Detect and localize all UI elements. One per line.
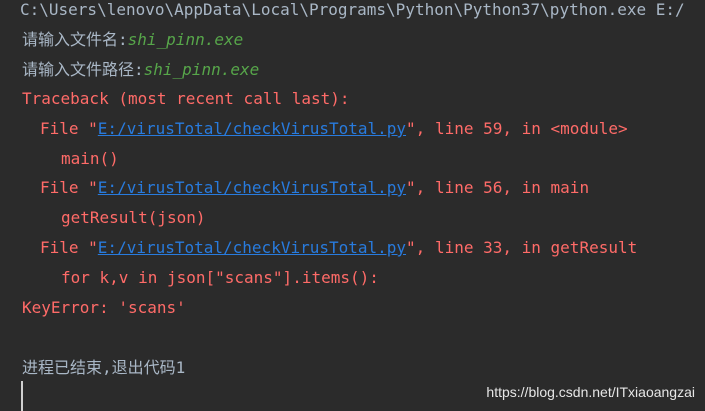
- run-console: C:\Users\lenovo\AppData\Local\Programs\P…: [0, 0, 705, 411]
- frame-3-file-link[interactable]: E:/virusTotal/checkVirusTotal.py: [98, 238, 406, 257]
- exit-message: 进程已结束,退出代码1: [22, 358, 186, 377]
- traceback-header: Traceback (most recent call last):: [22, 89, 350, 108]
- text-cursor[interactable]: [21, 381, 23, 411]
- frame-1-suffix: ", line 59, in <module>: [406, 119, 628, 138]
- frame-2-file-link[interactable]: E:/virusTotal/checkVirusTotal.py: [98, 178, 406, 197]
- frame-3-suffix: ", line 33, in getResult: [406, 238, 638, 257]
- traceback-frame-2: File "E:/virusTotal/checkVirusTotal.py",…: [40, 178, 589, 198]
- filename-prompt: 请输入文件名:: [22, 30, 128, 49]
- filepath-prompt-line: 请输入文件路径:shi_pinn.exe: [22, 60, 259, 80]
- frame-2-prefix: File ": [40, 178, 98, 197]
- error-line: KeyError: 'scans': [22, 298, 186, 317]
- command-line: C:\Users\lenovo\AppData\Local\Programs\P…: [20, 0, 685, 19]
- frame-3-prefix: File ": [40, 238, 98, 257]
- traceback-frame-2-code: getResult(json): [61, 208, 206, 227]
- filepath-input-echo: shi_pinn.exe: [143, 60, 260, 79]
- traceback-frame-1: File "E:/virusTotal/checkVirusTotal.py",…: [40, 119, 628, 139]
- traceback-frame-1-code: main(): [61, 149, 119, 168]
- watermark: https://blog.csdn.net/ITxiaoangzai: [486, 384, 695, 400]
- filename-input-echo: shi_pinn.exe: [127, 30, 244, 49]
- filename-prompt-line: 请输入文件名:shi_pinn.exe: [22, 30, 243, 50]
- traceback-frame-3-code: for k,v in json["scans"].items():: [61, 268, 379, 287]
- frame-1-file-link[interactable]: E:/virusTotal/checkVirusTotal.py: [98, 119, 406, 138]
- frame-2-suffix: ", line 56, in main: [406, 178, 590, 197]
- traceback-frame-3: File "E:/virusTotal/checkVirusTotal.py",…: [40, 238, 637, 258]
- frame-1-prefix: File ": [40, 119, 98, 138]
- filepath-prompt: 请输入文件路径:: [22, 60, 144, 79]
